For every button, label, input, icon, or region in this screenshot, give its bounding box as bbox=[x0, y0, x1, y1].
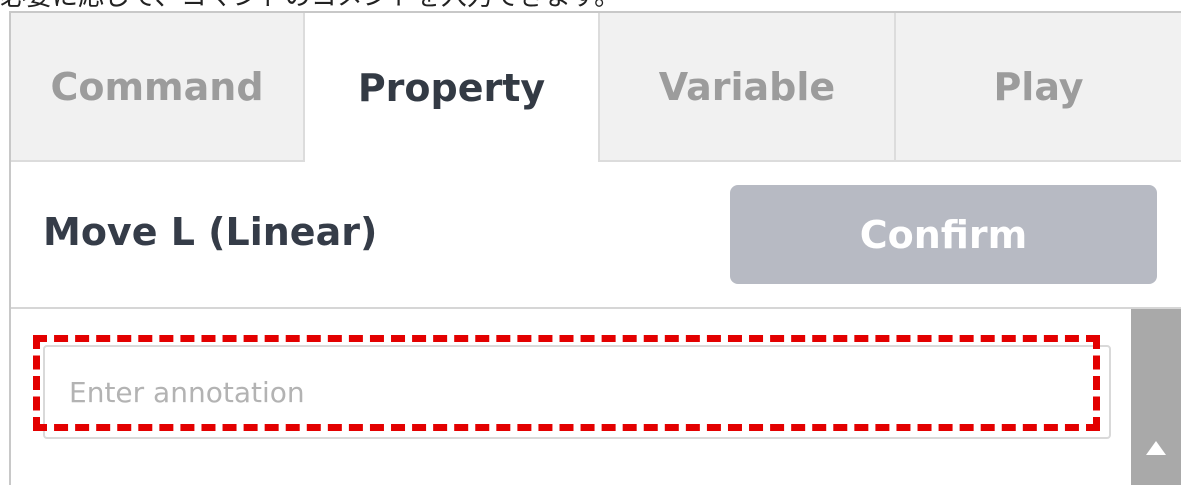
tab-bar: Command Property Variable Play bbox=[11, 13, 1181, 162]
property-panel: Command Property Variable Play Move L (L… bbox=[9, 11, 1181, 485]
tab-command[interactable]: Command bbox=[11, 13, 305, 162]
command-title: Move L (Linear) bbox=[43, 210, 378, 254]
caption-text: 必要に応じて、コマンドのコメントを入力できます。 bbox=[0, 0, 620, 11]
annotation-field[interactable] bbox=[43, 345, 1111, 439]
annotation-input[interactable] bbox=[45, 347, 1109, 437]
tab-property[interactable]: Property bbox=[305, 13, 600, 162]
scroll-up-icon[interactable] bbox=[1146, 441, 1166, 455]
page: 必要に応じて、コマンドのコメントを入力できます。 Command Propert… bbox=[0, 0, 1181, 485]
tab-play[interactable]: Play bbox=[896, 13, 1181, 162]
tab-variable[interactable]: Variable bbox=[600, 13, 896, 162]
confirm-button[interactable]: Confirm bbox=[730, 185, 1157, 284]
property-content bbox=[11, 309, 1181, 485]
command-header: Move L (Linear) Confirm bbox=[11, 162, 1181, 309]
scrollbar[interactable] bbox=[1131, 309, 1181, 485]
